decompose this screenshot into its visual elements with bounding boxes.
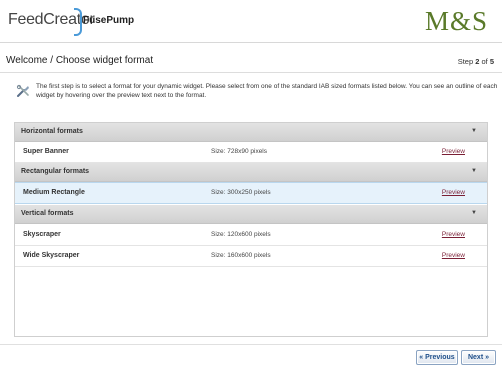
format-name: Super Banner	[23, 148, 69, 155]
format-name: Medium Rectangle	[23, 189, 85, 196]
client-logo: M&S	[424, 6, 488, 36]
group-rectangular-formats[interactable]: Rectangular formats ▼	[15, 163, 487, 182]
intro-text: The first step is to select a format for…	[36, 83, 498, 99]
fusepump-logo: FusePump	[83, 15, 135, 26]
format-size: Size: 120x600 pixels	[211, 231, 271, 238]
footer-divider	[0, 344, 502, 345]
step-prefix: Step	[457, 57, 476, 66]
format-size: Size: 300x250 pixels	[211, 189, 271, 196]
preview-link[interactable]: Preview	[442, 189, 465, 196]
page-title-bar: Welcome / Choose widget format Step 2 of…	[0, 52, 502, 73]
logo-bracket	[74, 8, 82, 36]
group-label: Vertical formats	[21, 210, 74, 217]
tools-icon	[16, 84, 29, 97]
chevron-down-icon[interactable]: ▼	[471, 128, 477, 134]
format-list-panel: Horizontal formats ▼ Super Banner Size: …	[14, 122, 488, 337]
format-size: Size: 728x90 pixels	[211, 148, 268, 155]
format-row-super-banner[interactable]: Super Banner Size: 728x90 pixels Preview	[15, 142, 487, 163]
format-row-medium-rectangle[interactable]: Medium Rectangle Size: 300x250 pixels Pr…	[15, 182, 487, 204]
preview-link[interactable]: Preview	[442, 148, 465, 155]
format-row-skyscraper[interactable]: Skyscraper Size: 120x600 pixels Preview	[15, 225, 487, 246]
previous-button[interactable]: « Previous	[416, 350, 458, 365]
format-name: Skyscraper	[23, 231, 61, 238]
format-name: Wide Skyscraper	[23, 252, 80, 259]
group-label: Horizontal formats	[21, 128, 83, 135]
chevron-down-icon[interactable]: ▼	[471, 210, 477, 216]
step-indicator: Step 2 of 5	[458, 57, 494, 66]
next-button[interactable]: Next »	[461, 350, 496, 365]
preview-link[interactable]: Preview	[442, 231, 465, 238]
preview-link[interactable]: Preview	[442, 252, 465, 259]
chevron-down-icon[interactable]: ▼	[471, 168, 477, 174]
format-size: Size: 160x600 pixels	[211, 252, 271, 259]
group-horizontal-formats[interactable]: Horizontal formats ▼	[15, 123, 487, 142]
step-total: 5	[489, 57, 494, 66]
step-of: of	[479, 57, 490, 66]
app-header: FeedCreator FusePump M&S	[0, 0, 502, 43]
group-label: Rectangular formats	[21, 168, 90, 175]
format-row-wide-skyscraper[interactable]: Wide Skyscraper Size: 160x600 pixels Pre…	[15, 246, 487, 267]
page-title: Welcome / Choose widget format	[6, 55, 154, 66]
group-vertical-formats[interactable]: Vertical formats ▼	[15, 205, 487, 224]
